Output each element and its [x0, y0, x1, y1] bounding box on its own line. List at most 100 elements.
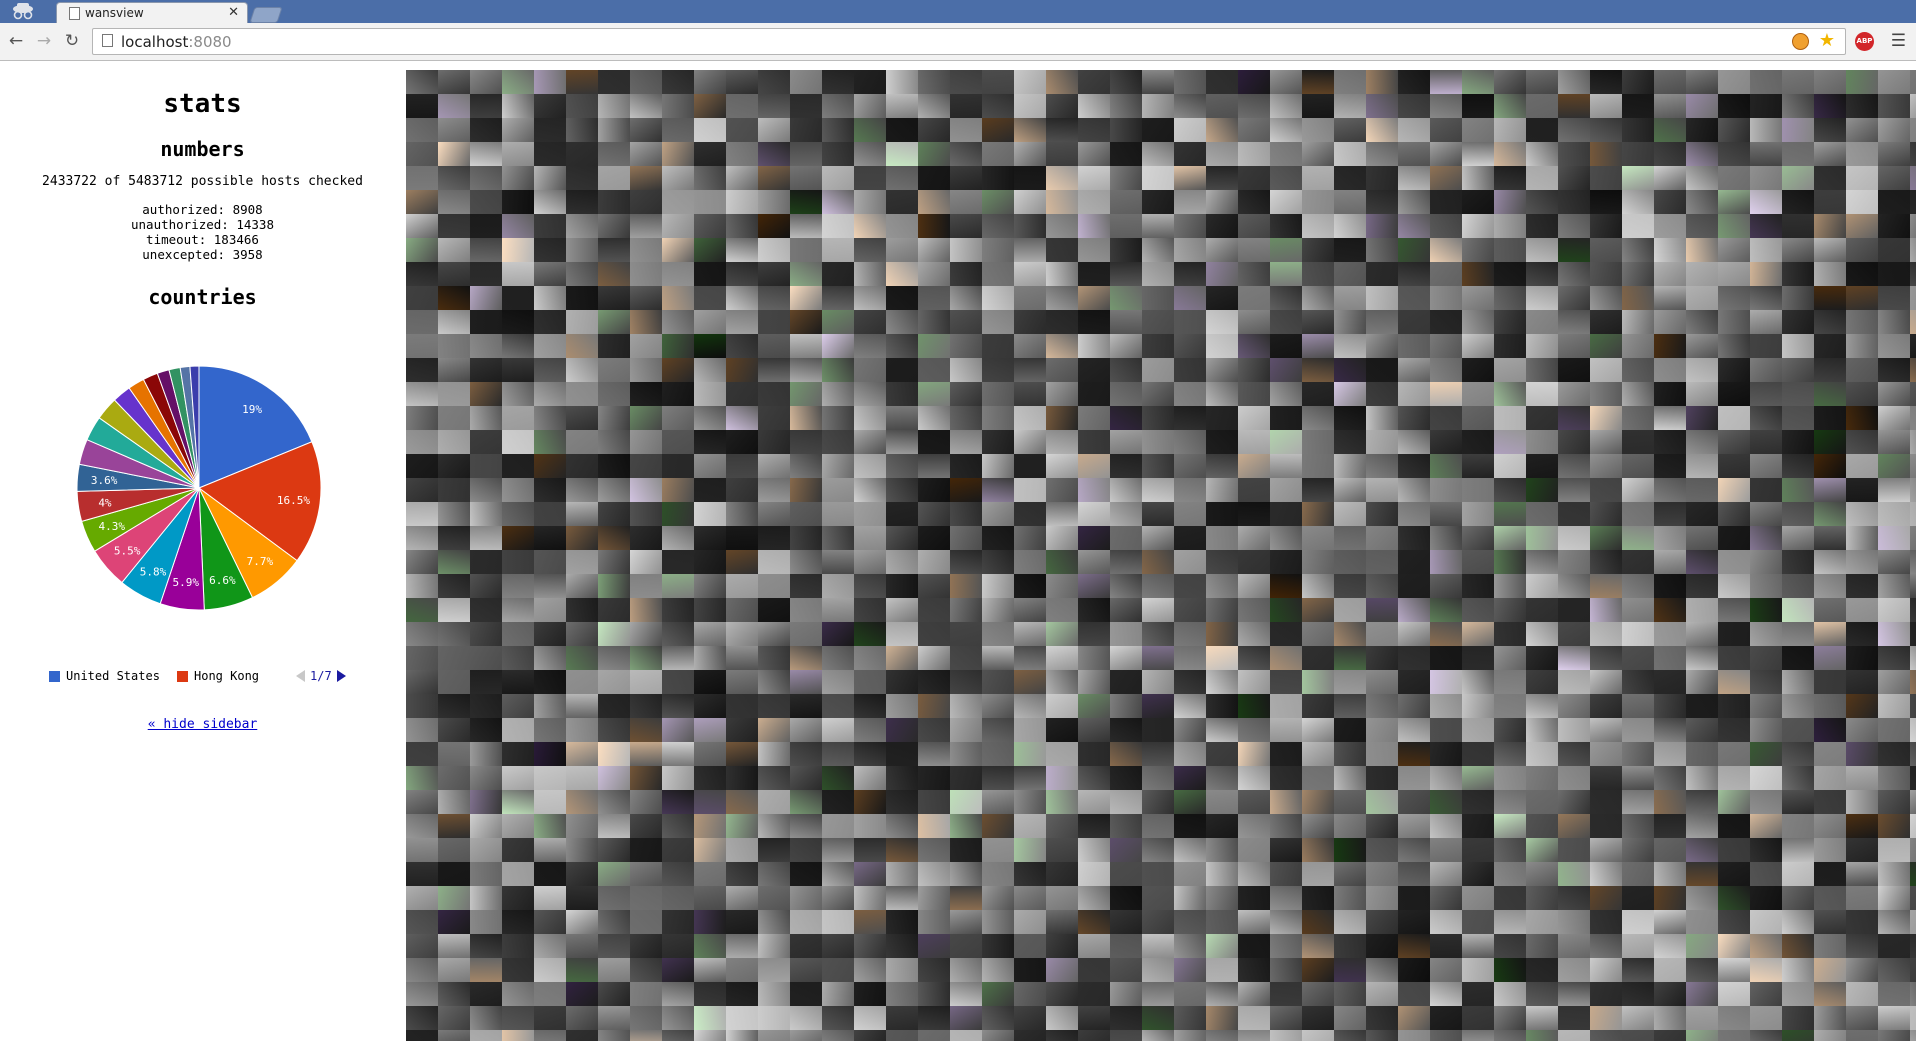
- camera-thumbnail[interactable]: [534, 790, 566, 814]
- camera-thumbnail[interactable]: [1046, 502, 1078, 526]
- camera-thumbnail[interactable]: [982, 574, 1014, 598]
- camera-thumbnail[interactable]: [1046, 1006, 1078, 1030]
- camera-thumbnail[interactable]: [1046, 766, 1078, 790]
- camera-thumbnail[interactable]: [1558, 934, 1590, 958]
- camera-thumbnail[interactable]: [1686, 478, 1718, 502]
- camera-thumbnail[interactable]: [982, 262, 1014, 286]
- camera-thumbnail[interactable]: [470, 382, 502, 406]
- camera-thumbnail[interactable]: [1910, 358, 1916, 382]
- camera-thumbnail[interactable]: [1782, 310, 1814, 334]
- camera-thumbnail[interactable]: [1846, 766, 1878, 790]
- camera-thumbnail[interactable]: [854, 214, 886, 238]
- camera-thumbnail[interactable]: [1846, 454, 1878, 478]
- camera-thumbnail[interactable]: [1078, 1006, 1110, 1030]
- camera-thumbnail[interactable]: [1238, 550, 1270, 574]
- camera-thumbnail[interactable]: [406, 934, 438, 958]
- camera-thumbnail[interactable]: [1494, 550, 1526, 574]
- camera-thumbnail[interactable]: [790, 502, 822, 526]
- camera-thumbnail[interactable]: [1590, 94, 1622, 118]
- camera-thumbnail[interactable]: [1430, 598, 1462, 622]
- camera-thumbnail[interactable]: [1814, 598, 1846, 622]
- camera-thumbnail[interactable]: [726, 646, 758, 670]
- camera-thumbnail[interactable]: [1334, 502, 1366, 526]
- camera-thumbnail[interactable]: [1142, 694, 1174, 718]
- camera-thumbnail[interactable]: [1558, 190, 1590, 214]
- camera-thumbnail[interactable]: [1654, 334, 1686, 358]
- camera-thumbnail[interactable]: [1718, 814, 1750, 838]
- camera-thumbnail[interactable]: [1718, 886, 1750, 910]
- camera-thumbnail[interactable]: [1206, 742, 1238, 766]
- camera-thumbnail[interactable]: [534, 502, 566, 526]
- camera-thumbnail[interactable]: [1366, 598, 1398, 622]
- camera-thumbnail[interactable]: [598, 526, 630, 550]
- camera-thumbnail[interactable]: [1366, 862, 1398, 886]
- camera-thumbnail[interactable]: [1046, 142, 1078, 166]
- camera-thumbnail[interactable]: [918, 286, 950, 310]
- camera-thumbnail[interactable]: [1206, 622, 1238, 646]
- camera-thumbnail[interactable]: [1398, 574, 1430, 598]
- camera-thumbnail[interactable]: [1110, 118, 1142, 142]
- camera-thumbnail[interactable]: [1718, 166, 1750, 190]
- camera-thumbnail[interactable]: [1846, 166, 1878, 190]
- camera-thumbnail[interactable]: [1238, 742, 1270, 766]
- camera-thumbnail[interactable]: [1750, 238, 1782, 262]
- camera-thumbnail[interactable]: [918, 718, 950, 742]
- camera-thumbnail[interactable]: [918, 1030, 950, 1041]
- camera-thumbnail[interactable]: [758, 550, 790, 574]
- camera-thumbnail[interactable]: [1878, 526, 1910, 550]
- camera-thumbnail[interactable]: [1430, 526, 1462, 550]
- camera-thumbnail[interactable]: [662, 910, 694, 934]
- camera-thumbnail[interactable]: [1398, 790, 1430, 814]
- camera-thumbnail[interactable]: [1590, 478, 1622, 502]
- camera-thumbnail[interactable]: [566, 742, 598, 766]
- camera-thumbnail[interactable]: [1142, 310, 1174, 334]
- camera-thumbnail[interactable]: [1174, 1030, 1206, 1041]
- camera-thumbnail[interactable]: [758, 670, 790, 694]
- camera-thumbnail[interactable]: [1494, 670, 1526, 694]
- camera-thumbnail[interactable]: [726, 286, 758, 310]
- camera-thumbnail[interactable]: [534, 406, 566, 430]
- camera-thumbnail[interactable]: [918, 358, 950, 382]
- camera-thumbnail[interactable]: [1686, 406, 1718, 430]
- camera-thumbnail[interactable]: [950, 646, 982, 670]
- camera-thumbnail[interactable]: [694, 862, 726, 886]
- camera-thumbnail[interactable]: [1142, 526, 1174, 550]
- camera-thumbnail[interactable]: [790, 310, 822, 334]
- camera-thumbnail[interactable]: [1686, 934, 1718, 958]
- camera-thumbnail[interactable]: [1846, 814, 1878, 838]
- camera-thumbnail[interactable]: [662, 382, 694, 406]
- camera-thumbnail[interactable]: [1910, 670, 1916, 694]
- camera-thumbnail[interactable]: [1238, 358, 1270, 382]
- camera-thumbnail[interactable]: [886, 454, 918, 478]
- camera-thumbnail[interactable]: [630, 934, 662, 958]
- camera-thumbnail[interactable]: [1174, 406, 1206, 430]
- camera-thumbnail[interactable]: [1398, 310, 1430, 334]
- camera-thumbnail[interactable]: [1462, 862, 1494, 886]
- camera-thumbnail[interactable]: [918, 262, 950, 286]
- camera-thumbnail[interactable]: [1046, 670, 1078, 694]
- camera-thumbnail[interactable]: [1142, 334, 1174, 358]
- camera-thumbnail[interactable]: [1238, 502, 1270, 526]
- camera-thumbnail[interactable]: [790, 598, 822, 622]
- camera-thumbnail[interactable]: [1654, 670, 1686, 694]
- camera-thumbnail[interactable]: [1782, 382, 1814, 406]
- camera-thumbnail[interactable]: [1654, 646, 1686, 670]
- camera-thumbnail[interactable]: [1718, 646, 1750, 670]
- camera-thumbnail[interactable]: [1302, 94, 1334, 118]
- camera-thumbnail[interactable]: [1462, 982, 1494, 1006]
- camera-thumbnail[interactable]: [1014, 694, 1046, 718]
- camera-thumbnail[interactable]: [1334, 982, 1366, 1006]
- camera-thumbnail[interactable]: [694, 934, 726, 958]
- camera-thumbnail[interactable]: [1462, 934, 1494, 958]
- camera-thumbnail[interactable]: [502, 406, 534, 430]
- camera-thumbnail[interactable]: [438, 166, 470, 190]
- camera-thumbnail[interactable]: [1270, 406, 1302, 430]
- camera-thumbnail[interactable]: [1590, 382, 1622, 406]
- camera-thumbnail[interactable]: [1334, 910, 1366, 934]
- camera-thumbnail[interactable]: [982, 1030, 1014, 1041]
- camera-thumbnail[interactable]: [1526, 958, 1558, 982]
- camera-thumbnail[interactable]: [1270, 838, 1302, 862]
- camera-thumbnail[interactable]: [1750, 694, 1782, 718]
- camera-thumbnail[interactable]: [1494, 502, 1526, 526]
- camera-thumbnail[interactable]: [1590, 406, 1622, 430]
